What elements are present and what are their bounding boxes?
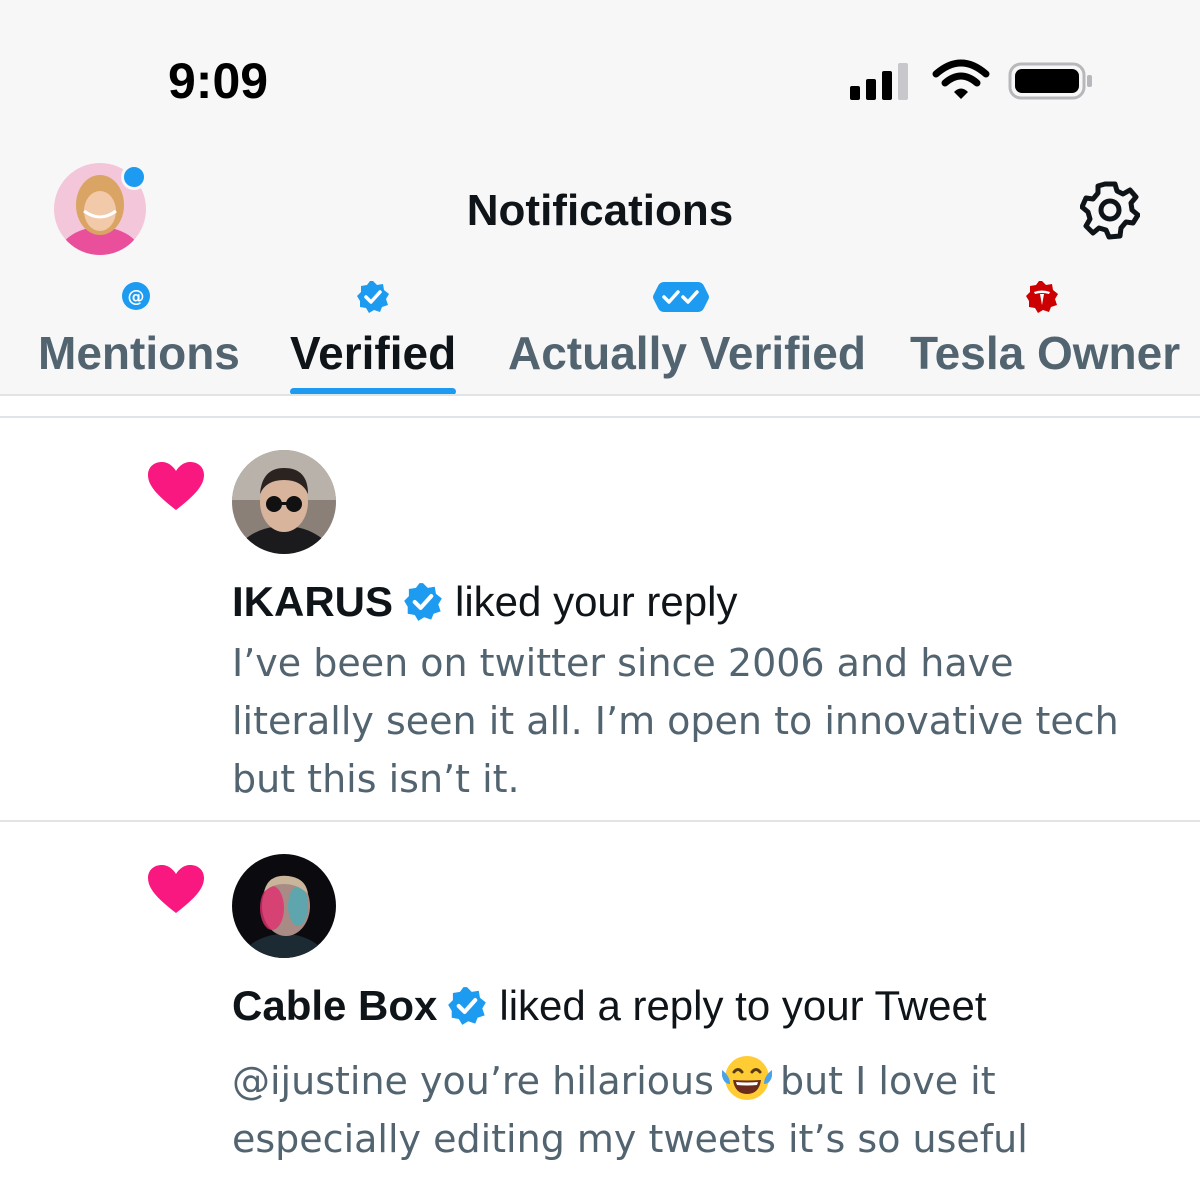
battery-icon	[1008, 62, 1092, 100]
section-divider	[0, 416, 1200, 418]
user-name[interactable]: Cable Box	[232, 982, 437, 1030]
tab-label-mentions: Mentions	[38, 327, 240, 379]
notification-action: liked your reply	[455, 578, 738, 625]
svg-text:@: @	[128, 287, 145, 307]
notification-action: liked a reply to your Tweet	[499, 982, 987, 1029]
cellular-signal-icon	[850, 58, 914, 102]
gear-icon[interactable]	[1080, 180, 1140, 240]
at-badge-icon: @	[122, 282, 150, 310]
tabs-divider	[0, 394, 1200, 396]
avatar-ikarus[interactable]	[232, 450, 336, 554]
heart-icon	[148, 462, 204, 510]
tab-tesla-owner[interactable]: Tesla Owner	[910, 280, 1181, 395]
tweet-text-start: @ijustine you’re hilarious	[232, 1059, 714, 1103]
tab-actually-verified[interactable]: Actually Verified	[508, 280, 866, 395]
tweet-text: @ijustine you’re hilarious but I love it…	[232, 1050, 1172, 1168]
page-title: Notifications	[466, 186, 734, 235]
avatar-cable-box[interactable]	[232, 854, 336, 958]
notification-headline: Cable Box liked a reply to your Tweet	[232, 982, 987, 1030]
verified-badge-icon	[357, 281, 389, 313]
notification-divider	[0, 820, 1200, 822]
face-with-tears-of-joy-emoji	[721, 1056, 772, 1100]
verified-badge-icon	[404, 583, 442, 621]
tab-label-actually-verified: Actually Verified	[508, 327, 866, 379]
tab-label-verified: Verified	[290, 327, 457, 379]
tab-label-tesla-owner: Tesla Owner	[910, 327, 1181, 379]
tab-verified[interactable]: Verified	[290, 280, 456, 395]
tab-mentions[interactable]: @ Mentions	[38, 280, 240, 395]
tweet-text: I’ve been on twitter since 2006 and have…	[232, 641, 1119, 801]
status-time: 9:09	[168, 53, 269, 109]
verified-badge-icon	[448, 987, 487, 1025]
user-name[interactable]: IKARUS	[232, 578, 393, 626]
notification-headline: IKARUS liked your reply	[232, 578, 737, 626]
tesla-badge-icon	[1026, 281, 1058, 313]
wifi-icon	[932, 59, 990, 99]
heart-icon	[148, 865, 204, 913]
double-check-badge-icon	[653, 282, 709, 312]
